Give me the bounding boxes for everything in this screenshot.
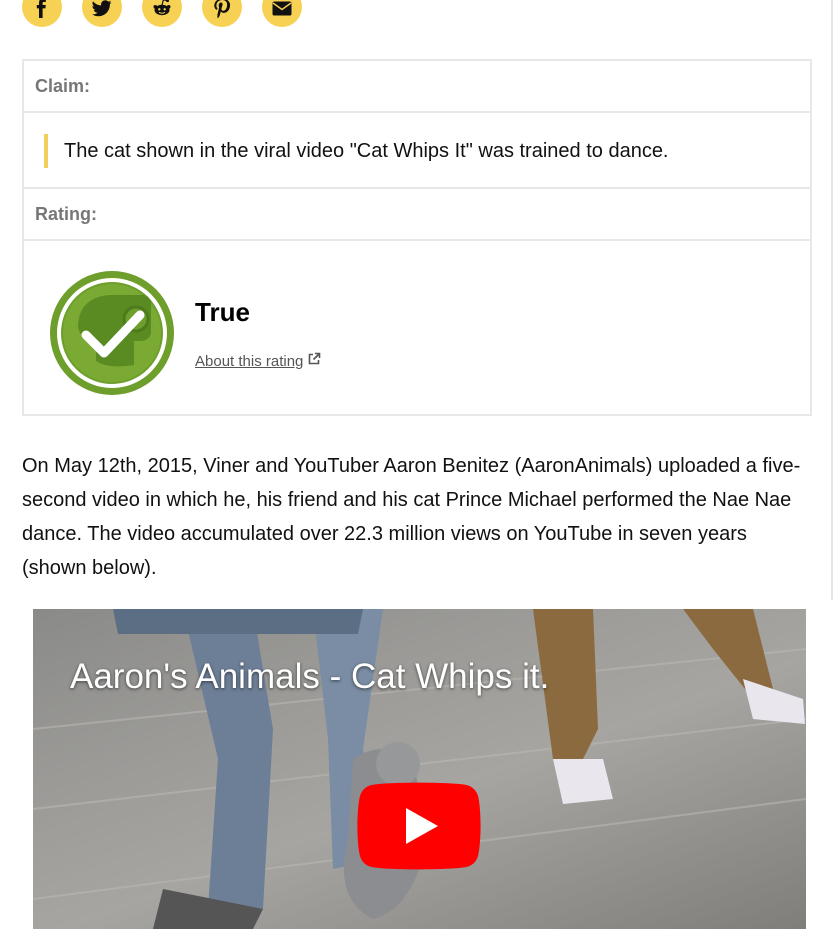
email-share-button[interactable] bbox=[262, 0, 302, 27]
claim-text: The cat shown in the viral video "Cat Wh… bbox=[64, 139, 669, 162]
true-checkmark-badge-icon bbox=[48, 269, 176, 397]
facebook-icon bbox=[32, 0, 52, 23]
pinterest-share-button[interactable] bbox=[202, 0, 242, 27]
about-rating-link[interactable]: About this rating bbox=[195, 352, 321, 370]
youtube-video-embed[interactable]: Aaron's Animals - Cat Whips it. bbox=[33, 609, 806, 929]
reddit-icon bbox=[152, 0, 172, 23]
rating-value: True bbox=[195, 297, 250, 327]
share-buttons bbox=[22, 0, 302, 27]
about-rating-link-text: About this rating bbox=[195, 352, 304, 370]
external-link-icon bbox=[307, 352, 321, 370]
rating-body: True About this rating bbox=[24, 245, 810, 414]
twitter-share-button[interactable] bbox=[82, 0, 122, 27]
reddit-share-button[interactable] bbox=[142, 0, 182, 27]
claim-review-card: Claim: The cat shown in the viral video … bbox=[22, 59, 812, 416]
article-paragraph: On May 12th, 2015, Viner and YouTuber Aa… bbox=[22, 455, 801, 579]
rating-label: Rating: bbox=[24, 189, 810, 241]
facebook-share-button[interactable] bbox=[22, 0, 62, 27]
claim-body: The cat shown in the viral video "Cat Wh… bbox=[24, 115, 810, 189]
twitter-icon bbox=[92, 0, 112, 23]
claim-label: Claim: bbox=[24, 61, 810, 113]
video-title: Aaron's Animals - Cat Whips it. bbox=[70, 657, 550, 696]
envelope-icon bbox=[272, 0, 292, 23]
claim-quote-bar bbox=[44, 134, 48, 168]
pinterest-icon bbox=[212, 0, 232, 23]
youtube-play-icon[interactable] bbox=[357, 782, 481, 870]
